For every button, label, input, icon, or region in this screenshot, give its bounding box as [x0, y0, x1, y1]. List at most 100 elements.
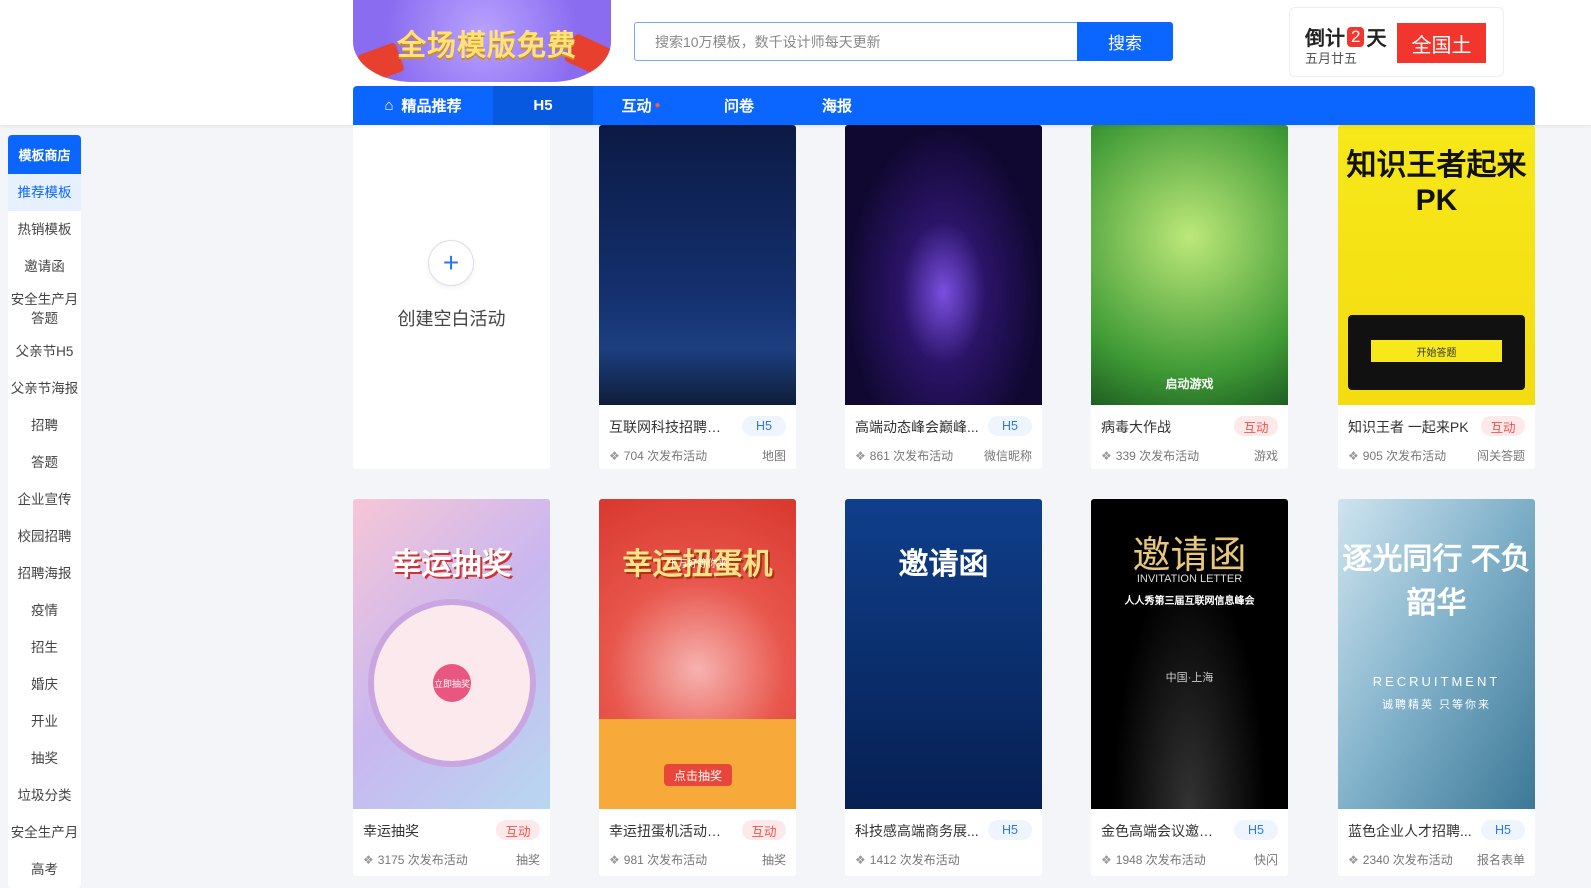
publish-icon: ❖: [1101, 852, 1112, 867]
template-thumbnail[interactable]: 邀请函: [845, 499, 1042, 809]
countdown-button[interactable]: 全国土: [1397, 23, 1486, 63]
publish-count: 3175 次发布活动: [377, 853, 468, 867]
publish-count: 2340 次发布活动: [1362, 853, 1453, 867]
poster-title: 逐光同行 不负韶华: [1342, 543, 1531, 620]
publish-icon: ❖: [609, 852, 620, 867]
sidebar-item[interactable]: 答题: [8, 444, 81, 481]
search-input[interactable]: 搜索10万模板，数千设计师每天更新: [634, 22, 1077, 61]
sidebar-item[interactable]: 高考: [8, 851, 81, 888]
sidebar-item[interactable]: 招聘海报: [8, 555, 81, 592]
sidebar-item[interactable]: 父亲节H5: [8, 333, 81, 370]
template-thumbnail[interactable]: 幸运扭蛋机 千万好等你来 点击抽奖: [599, 499, 796, 809]
sidebar-item[interactable]: 招聘: [8, 407, 81, 444]
sidebar-item[interactable]: 疫情: [8, 592, 81, 629]
main-nav: ⌂ 精品推荐 H5 互动 ● 问卷 海报: [353, 86, 1535, 125]
template-title: 幸运扭蛋机活动抽奖: [609, 823, 734, 839]
sidebar-item[interactable]: 校园招聘: [8, 518, 81, 555]
template-thumbnail[interactable]: 启动游戏: [1091, 125, 1288, 405]
template-card[interactable]: 知识王者起来PK 开始答题 知识王者 一起来PK 互动 ❖ 905 次发布活动 闯关…: [1338, 125, 1535, 469]
template-category: 游戏: [1253, 449, 1278, 463]
sidebar-item[interactable]: 父亲节海报: [8, 370, 81, 407]
promo-banner[interactable]: 全场模版免费: [353, 0, 611, 82]
sidebar-item[interactable]: 邀请函: [8, 248, 81, 285]
template-tag: H5: [988, 416, 1032, 436]
countdown-suffix: 天: [1366, 28, 1387, 50]
wheel-center: 立即抽奖: [433, 664, 471, 702]
publish-count: 905 次发布活动: [1362, 449, 1447, 463]
template-category: 地图: [761, 449, 786, 463]
nav-h5[interactable]: H5: [493, 86, 593, 125]
banner-text: 全场模版免费: [397, 30, 578, 62]
template-card[interactable]: 高端动态峰会巅峰... H5 ❖ 861 次发布活动 微信昵称: [845, 125, 1042, 469]
publish-count: 1412 次发布活动: [869, 853, 960, 867]
template-tag: H5: [742, 416, 786, 436]
poster-line: 诚聘精英 只等你来: [1381, 699, 1492, 711]
publish-icon: ❖: [1101, 448, 1112, 463]
publish-icon: ❖: [1348, 448, 1359, 463]
template-card[interactable]: 邀请函 科技感高端商务展... H5 ❖ 1412 次发布活动: [845, 499, 1042, 876]
nav-featured[interactable]: ⌂ 精品推荐: [353, 86, 493, 125]
sidebar-item[interactable]: 招生: [8, 629, 81, 666]
sidebar-item[interactable]: 婚庆: [8, 666, 81, 703]
countdown-box: 倒计 2 天 五月廿五 全国土: [1289, 7, 1504, 77]
publish-icon: ❖: [1348, 852, 1359, 867]
sidebar-item[interactable]: 企业宣传: [8, 481, 81, 518]
poster-button: 开始答题: [1371, 340, 1502, 362]
sidebar-item[interactable]: 垃圾分类: [8, 777, 81, 814]
template-thumbnail[interactable]: [845, 125, 1042, 405]
poster-subtitle: RECRUITMENT: [1372, 674, 1501, 689]
template-title: 病毒大作战: [1101, 419, 1171, 435]
template-title: 高端动态峰会巅峰...: [855, 419, 979, 435]
template-tag: 互动: [1481, 416, 1525, 436]
create-blank-card[interactable]: + 创建空白活动: [353, 125, 550, 469]
nav-label: 精品推荐: [401, 98, 462, 115]
template-thumbnail[interactable]: 邀请函 INVITATION LETTER 人人秀第三届互联网信息峰会 中国·上海: [1091, 499, 1288, 809]
plus-icon: +: [428, 240, 474, 286]
publish-icon: ❖: [855, 448, 866, 463]
sidebar-item[interactable]: 安全生产月: [8, 814, 81, 851]
template-category: 微信昵称: [983, 449, 1032, 463]
header: 全场模版免费 搜索10万模板，数千设计师每天更新 搜索 倒计 2 天 五月廿五 全国…: [0, 0, 1591, 125]
template-card[interactable]: 互联网科技招聘模板 H5 ❖ 704 次发布活动 地图: [599, 125, 796, 469]
template-tag: H5: [988, 820, 1032, 840]
poster-line: 人人秀第三届互联网信息峰会: [1124, 596, 1255, 607]
nav-interactive[interactable]: 互动 ●: [593, 86, 689, 125]
nav-poster[interactable]: 海报: [789, 86, 885, 125]
template-title: 知识王者 一起来PK: [1348, 419, 1469, 435]
template-card[interactable]: 幸运抽奖 立即抽奖 幸运抽奖 互动 ❖ 3175 次发布活动 抽奖: [353, 499, 550, 876]
sidebar-item[interactable]: 安全生产月答题: [8, 285, 81, 333]
template-tag: H5: [1234, 820, 1278, 840]
template-title: 科技感高端商务展...: [855, 823, 979, 839]
publish-count: 981 次发布活动: [623, 853, 708, 867]
sidebar-header: 模板商店: [8, 135, 81, 174]
template-card[interactable]: 逐光同行 不负韶华 RECRUITMENT 诚聘精英 只等你来 蓝色企业人才招聘..…: [1338, 499, 1535, 876]
sidebar-item[interactable]: 开业: [8, 703, 81, 740]
template-title: 金色高端会议邀请函: [1101, 823, 1226, 839]
template-thumbnail[interactable]: [599, 125, 796, 405]
template-card[interactable]: 幸运扭蛋机 千万好等你来 点击抽奖 幸运扭蛋机活动抽奖 互动 ❖ 981 次发布活动 …: [599, 499, 796, 876]
template-thumbnail[interactable]: 逐光同行 不负韶华 RECRUITMENT 诚聘精英 只等你来: [1338, 499, 1535, 809]
template-thumbnail[interactable]: 幸运抽奖 立即抽奖: [353, 499, 550, 809]
template-card[interactable]: 邀请函 INVITATION LETTER 人人秀第三届互联网信息峰会 中国·上海 金…: [1091, 499, 1288, 876]
poster-title: 知识王者起来PK: [1346, 149, 1527, 217]
template-category: 报名表单: [1476, 853, 1525, 867]
home-icon: ⌂: [384, 97, 394, 114]
search-button[interactable]: 搜索: [1077, 22, 1173, 61]
create-blank-label: 创建空白活动: [397, 309, 506, 329]
template-category: 抽奖: [515, 853, 540, 867]
poster-title: 幸运抽奖: [391, 548, 512, 581]
poster-location: 中国·上海: [1165, 672, 1214, 684]
publish-icon: ❖: [609, 448, 620, 463]
template-category: 闯关答题: [1476, 449, 1525, 463]
sidebar-item[interactable]: 热销模板: [8, 211, 81, 248]
fire-icon: ●: [654, 100, 661, 111]
template-category: 快闪: [1253, 853, 1278, 867]
publish-icon: ❖: [855, 852, 866, 867]
poster-title: 邀请函: [898, 548, 989, 581]
publish-icon: ❖: [363, 852, 374, 867]
nav-survey[interactable]: 问卷: [689, 86, 789, 125]
template-thumbnail[interactable]: 知识王者起来PK 开始答题: [1338, 125, 1535, 405]
sidebar-item[interactable]: 推荐模板: [8, 174, 81, 211]
template-card[interactable]: 启动游戏 病毒大作战 互动 ❖ 339 次发布活动 游戏: [1091, 125, 1288, 469]
sidebar-item[interactable]: 抽奖: [8, 740, 81, 777]
